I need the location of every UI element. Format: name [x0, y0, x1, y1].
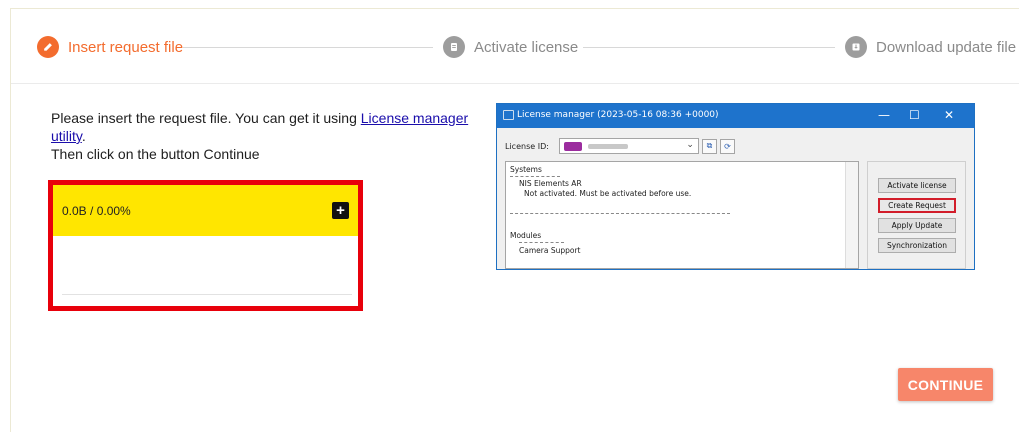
instruction-continue: Then click on the button Continue: [51, 146, 260, 162]
system-status: Not activated. Must be activated before …: [524, 189, 692, 198]
wizard-panel: Insert request file Activate license Dow…: [10, 8, 1019, 432]
window-titlebar: License manager (2023-05-16 08:36 +0000)…: [497, 104, 974, 128]
divider: [510, 176, 560, 178]
systems-header: Systems: [510, 165, 542, 174]
instruction-text: Please insert the request file. You can …: [51, 110, 361, 126]
refresh-icon: ⟳: [719, 138, 735, 154]
upload-status: 0.0B / 0.00%: [62, 204, 131, 218]
instruction-period: .: [81, 128, 86, 144]
license-id-combo: ⌄: [558, 138, 699, 154]
module-name: Camera Support: [519, 246, 581, 255]
license-actions: Activate license Create Request Apply Up…: [867, 161, 966, 269]
dongle-icon: [563, 141, 582, 151]
document-icon: [443, 36, 465, 58]
copy-icon: ⧉: [701, 138, 717, 154]
plus-icon[interactable]: +: [332, 202, 349, 219]
chevron-down-icon: ⌄: [686, 140, 694, 150]
divider: [510, 213, 730, 215]
maximize-icon: ☐: [909, 108, 920, 122]
synchronization-button: Synchronization: [878, 238, 956, 253]
window-title: License manager (2023-05-16 08:36 +0000): [517, 110, 719, 120]
step-activate-license[interactable]: Activate license: [443, 36, 578, 58]
activate-license-button: Activate license: [878, 178, 956, 193]
modules-header: Modules: [510, 231, 542, 240]
upload-progress-bar: 0.0B / 0.00% +: [53, 185, 358, 236]
step-connector: [583, 47, 835, 48]
step-connector: [183, 47, 433, 48]
divider: [62, 294, 352, 295]
continue-button[interactable]: CONTINUE: [898, 368, 993, 401]
minimize-icon: —: [878, 108, 890, 122]
apply-update-button: Apply Update: [878, 218, 956, 233]
step-download-update-file[interactable]: Download update file: [845, 36, 1016, 58]
license-manager-screenshot: License manager (2023-05-16 08:36 +0000)…: [496, 103, 975, 270]
step-label: Download update file: [876, 38, 1017, 56]
pencil-icon: [37, 36, 59, 58]
scrollbar: [845, 162, 858, 268]
app-icon: [503, 110, 514, 120]
license-id-value: [587, 143, 628, 149]
instructions: Please insert the request file. You can …: [51, 109, 471, 163]
license-id-row: License ID: ⌄ ⧉ ⟳: [505, 138, 735, 154]
divider: [519, 242, 564, 244]
step-insert-request-file[interactable]: Insert request file: [37, 36, 183, 58]
system-name: NIS Elements AR: [519, 179, 582, 188]
step-label: Insert request file: [68, 38, 184, 56]
license-info-list: Systems NIS Elements AR Not activated. M…: [505, 161, 859, 269]
close-icon: ✕: [944, 108, 955, 122]
file-upload-area[interactable]: 0.0B / 0.00% +: [48, 180, 363, 311]
step-label: Activate license: [474, 38, 579, 56]
create-request-button: Create Request: [878, 198, 956, 213]
stepper: Insert request file Activate license Dow…: [11, 9, 1019, 84]
download-icon: [845, 36, 867, 58]
license-id-label: License ID:: [505, 141, 549, 151]
